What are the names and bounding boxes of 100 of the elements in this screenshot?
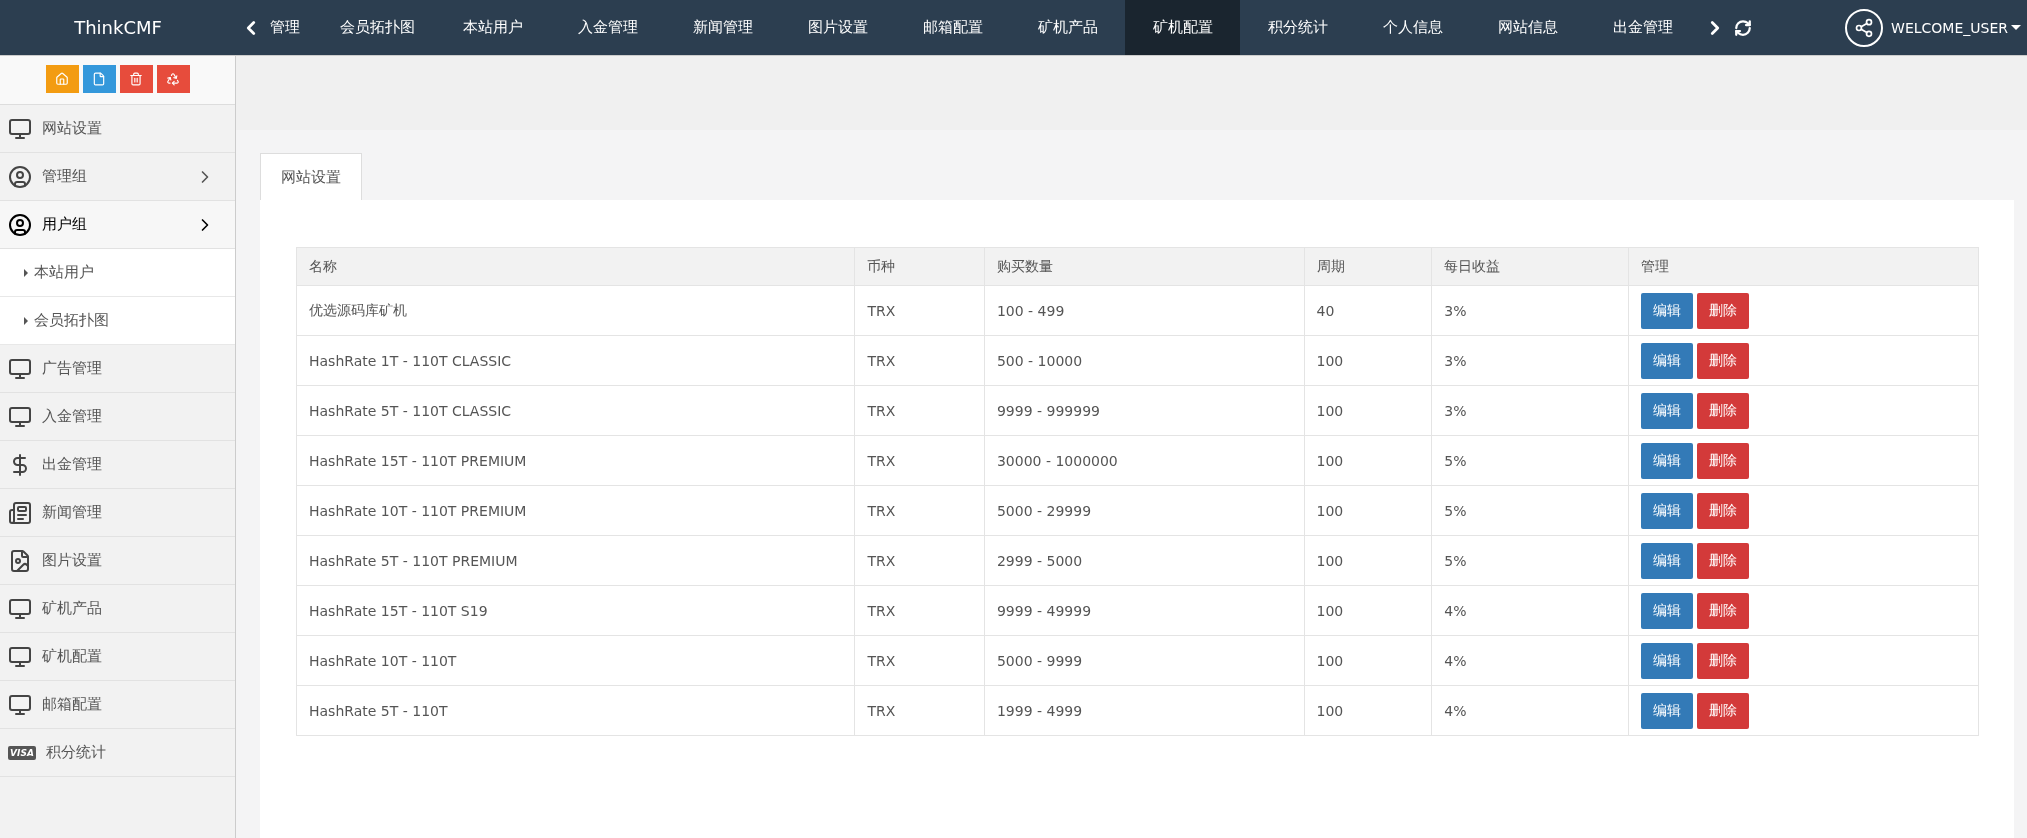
nav-tab[interactable]: 出金管理 [1585,0,1700,55]
table-cell: 5000 - 9999 [984,635,1304,686]
nav-tab[interactable]: 本站用户 [435,0,550,55]
table-cell: HashRate 10T - 110T [296,635,855,686]
user-icon [8,212,32,237]
table-cell: 100 [1304,435,1432,486]
edit-button[interactable]: 编辑 [1641,592,1694,629]
delete-button[interactable]: 删除 [1697,692,1750,729]
monitor-icon [8,356,32,381]
delete-button[interactable]: 删除 [1697,492,1750,529]
table-cell: TRX [854,635,985,686]
table-cell: 100 [1304,485,1432,536]
nav-tab[interactable]: 网站信息 [1470,0,1585,55]
monitor-icon [8,596,32,621]
table-cell: HashRate 5T - 110T [296,685,855,736]
table-cell: 100 - 499 [984,285,1304,336]
table-cell: 1999 - 4999 [984,685,1304,736]
table-cell: 30000 - 1000000 [984,435,1304,486]
delete-button[interactable]: 删除 [1697,592,1750,629]
table-cell: 3% [1431,385,1629,436]
edit-button[interactable]: 编辑 [1641,642,1694,679]
brand-logo: ThinkCMF [73,16,163,40]
nav-tab[interactable]: 邮箱配置 [895,0,1010,55]
home-icon [55,72,69,86]
nav-tab[interactable]: 矿机配置 [1125,0,1240,55]
user-menu[interactable]: WELCOME_USER [1891,19,2021,36]
delete-button[interactable]: 删除 [1697,542,1750,579]
nav-tab[interactable]: 积分统计 [1240,0,1355,55]
monitor-icon [8,116,32,141]
table-cell: 9999 - 999999 [984,385,1304,436]
nav-tab[interactable]: 个人信息 [1355,0,1470,55]
table-cell: 9999 - 49999 [984,585,1304,636]
table-cell: 5000 - 29999 [984,485,1304,536]
home-button[interactable] [45,65,79,93]
recycle-button[interactable] [156,65,190,93]
file-button[interactable] [82,65,116,93]
edit-button[interactable]: 编辑 [1641,442,1694,479]
edit-button[interactable]: 编辑 [1641,292,1694,329]
sidebar-item[interactable]: 用户组 [0,201,235,249]
delete-button[interactable]: 删除 [1697,292,1750,329]
nav-tab[interactable]: 矿机产品 [1010,0,1125,55]
table-cell: 100 [1304,585,1432,636]
table-cell: 100 [1304,335,1432,386]
column-header: 管理 [1628,247,1979,286]
edit-button[interactable]: 编辑 [1641,542,1694,579]
caret-icon [2011,25,2021,30]
trash-icon [129,72,143,86]
nav-tab[interactable]: 图片设置 [780,0,895,55]
table-cell: 2999 - 5000 [984,535,1304,586]
recycle-icon [166,72,180,86]
sidebar-subitem[interactable]: 本站用户 [0,249,235,297]
newspaper-icon [8,500,32,525]
tab[interactable]: 网站设置 [260,153,362,201]
delete-button[interactable]: 删除 [1697,342,1750,379]
table-cell: 5% [1431,535,1629,586]
table-cell: HashRate 10T - 110T PREMIUM [296,485,855,536]
edit-button[interactable]: 编辑 [1641,492,1694,529]
table-cell: 100 [1304,635,1432,686]
nav-tab[interactable]: 新闻管理 [665,0,780,55]
table-cell: 4% [1431,585,1629,636]
nav-tab[interactable]: 管理 [266,0,320,55]
table-cell: 40 [1304,285,1432,336]
table-cell: 3% [1431,285,1629,336]
refresh-icon [1734,18,1752,37]
delete-button[interactable]: 删除 [1697,442,1750,479]
table-cell: TRX [854,685,985,736]
monitor-icon [8,692,32,717]
sidebar-subitem[interactable]: 会员拓扑图 [0,297,235,345]
monitor-icon [8,404,32,429]
table-cell: HashRate 15T - 110T PREMIUM [296,435,855,486]
monitor-icon [8,644,32,669]
nav-tab[interactable]: 会员拓扑图 [320,0,435,55]
caret-icon [24,268,28,277]
card-icon: VISA [8,745,36,760]
table-cell: TRX [854,485,985,536]
edit-button[interactable]: 编辑 [1641,692,1694,729]
caret-icon [24,316,28,325]
column-header: 周期 [1304,247,1432,286]
share-avatar-icon [1845,8,1884,47]
column-header: 购买数量 [984,247,1304,286]
table-cell: 100 [1304,535,1432,586]
edit-button[interactable]: 编辑 [1641,392,1694,429]
table-cell: 500 - 10000 [984,335,1304,386]
column-header: 币种 [854,247,985,286]
table-cell: 100 [1304,385,1432,436]
table-cell: HashRate 5T - 110T PREMIUM [296,535,855,586]
table-cell: TRX [854,535,985,586]
trash-button[interactable] [119,65,153,93]
table-cell: TRX [854,435,985,486]
table-cell: 5% [1431,485,1629,536]
table-cell: HashRate 1T - 110T CLASSIC [296,335,855,386]
table-cell: 100 [1304,685,1432,736]
edit-button[interactable]: 编辑 [1641,342,1694,379]
table-cell: 优选源码库矿机 [296,285,855,336]
nav-tab[interactable]: 入金管理 [550,0,665,55]
column-header: 每日收益 [1431,247,1629,286]
delete-button[interactable]: 删除 [1697,642,1750,679]
image-file-icon [8,548,32,573]
delete-button[interactable]: 删除 [1697,392,1750,429]
table-cell: 4% [1431,685,1629,736]
